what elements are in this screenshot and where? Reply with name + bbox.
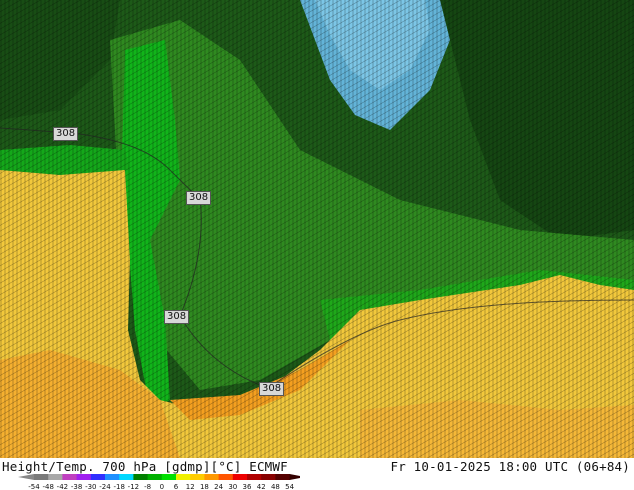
legend-arrow-right [289,474,300,480]
legend-swatch [119,474,134,480]
legend-swatch [161,474,177,480]
legend-swatch [76,474,92,480]
legend-swatch [62,474,78,480]
legend-tick-label: -38 [71,483,82,490]
contour-label: 308 [53,127,79,141]
legend-tick-label: -8 [144,483,151,490]
legend-swatch [176,474,191,480]
legend-tick-label: 18 [200,483,209,490]
legend-swatch [232,474,248,480]
legend-tick-label: -18 [113,483,124,490]
legend-tick-label: 0 [160,483,164,490]
legend-arrow-left [18,474,34,480]
legend-tick-label: -30 [85,483,96,490]
legend-tick-label: -24 [99,483,111,490]
legend-tick-label: 42 [257,483,266,490]
contour-label: 308 [259,382,285,396]
legend-swatch [247,474,262,480]
legend-swatch [190,474,205,480]
temperature-map [0,0,634,458]
legend-swatch [275,474,291,480]
legend-tick-label: 36 [243,483,252,490]
legend-tick-label: -12 [128,483,139,490]
map-title: Height/Temp. 700 hPa [gdmp][°C] ECMWF [2,459,288,474]
wind-barb-texture [0,0,634,458]
legend-tick-label: -48 [42,483,53,490]
map-area: 308 308 308 308 [0,0,634,458]
legend-tick-label: 48 [271,483,280,490]
legend-swatch [34,474,49,480]
contour-label: 308 [186,191,212,205]
legend-tick-label: 6 [174,483,179,490]
legend-tick-label: 30 [228,483,237,490]
legend-swatch [147,474,163,480]
legend-tick-label: -42 [57,483,68,490]
legend-swatch [204,474,220,480]
legend-swatch [261,474,276,480]
legend-tick-label: 54 [285,483,294,490]
legend-tick-label: -54 [28,483,40,490]
legend-swatch [218,474,234,480]
legend-tick-label: 24 [214,483,223,490]
color-legend: -54 -48 -42 -38 -30 -24 -18 -12 -8 0 6 12 18 24 30 36 42… [18,474,300,490]
legend-swatch [133,474,149,480]
legend-swatch [48,474,63,480]
legend-swatch [90,474,106,480]
map-datetime: Fr 10-01-2025 18:00 UTC (06+84) [390,459,630,474]
legend-swatch [105,474,120,480]
contour-label: 308 [164,310,190,324]
legend-tick-label: 12 [186,483,195,490]
